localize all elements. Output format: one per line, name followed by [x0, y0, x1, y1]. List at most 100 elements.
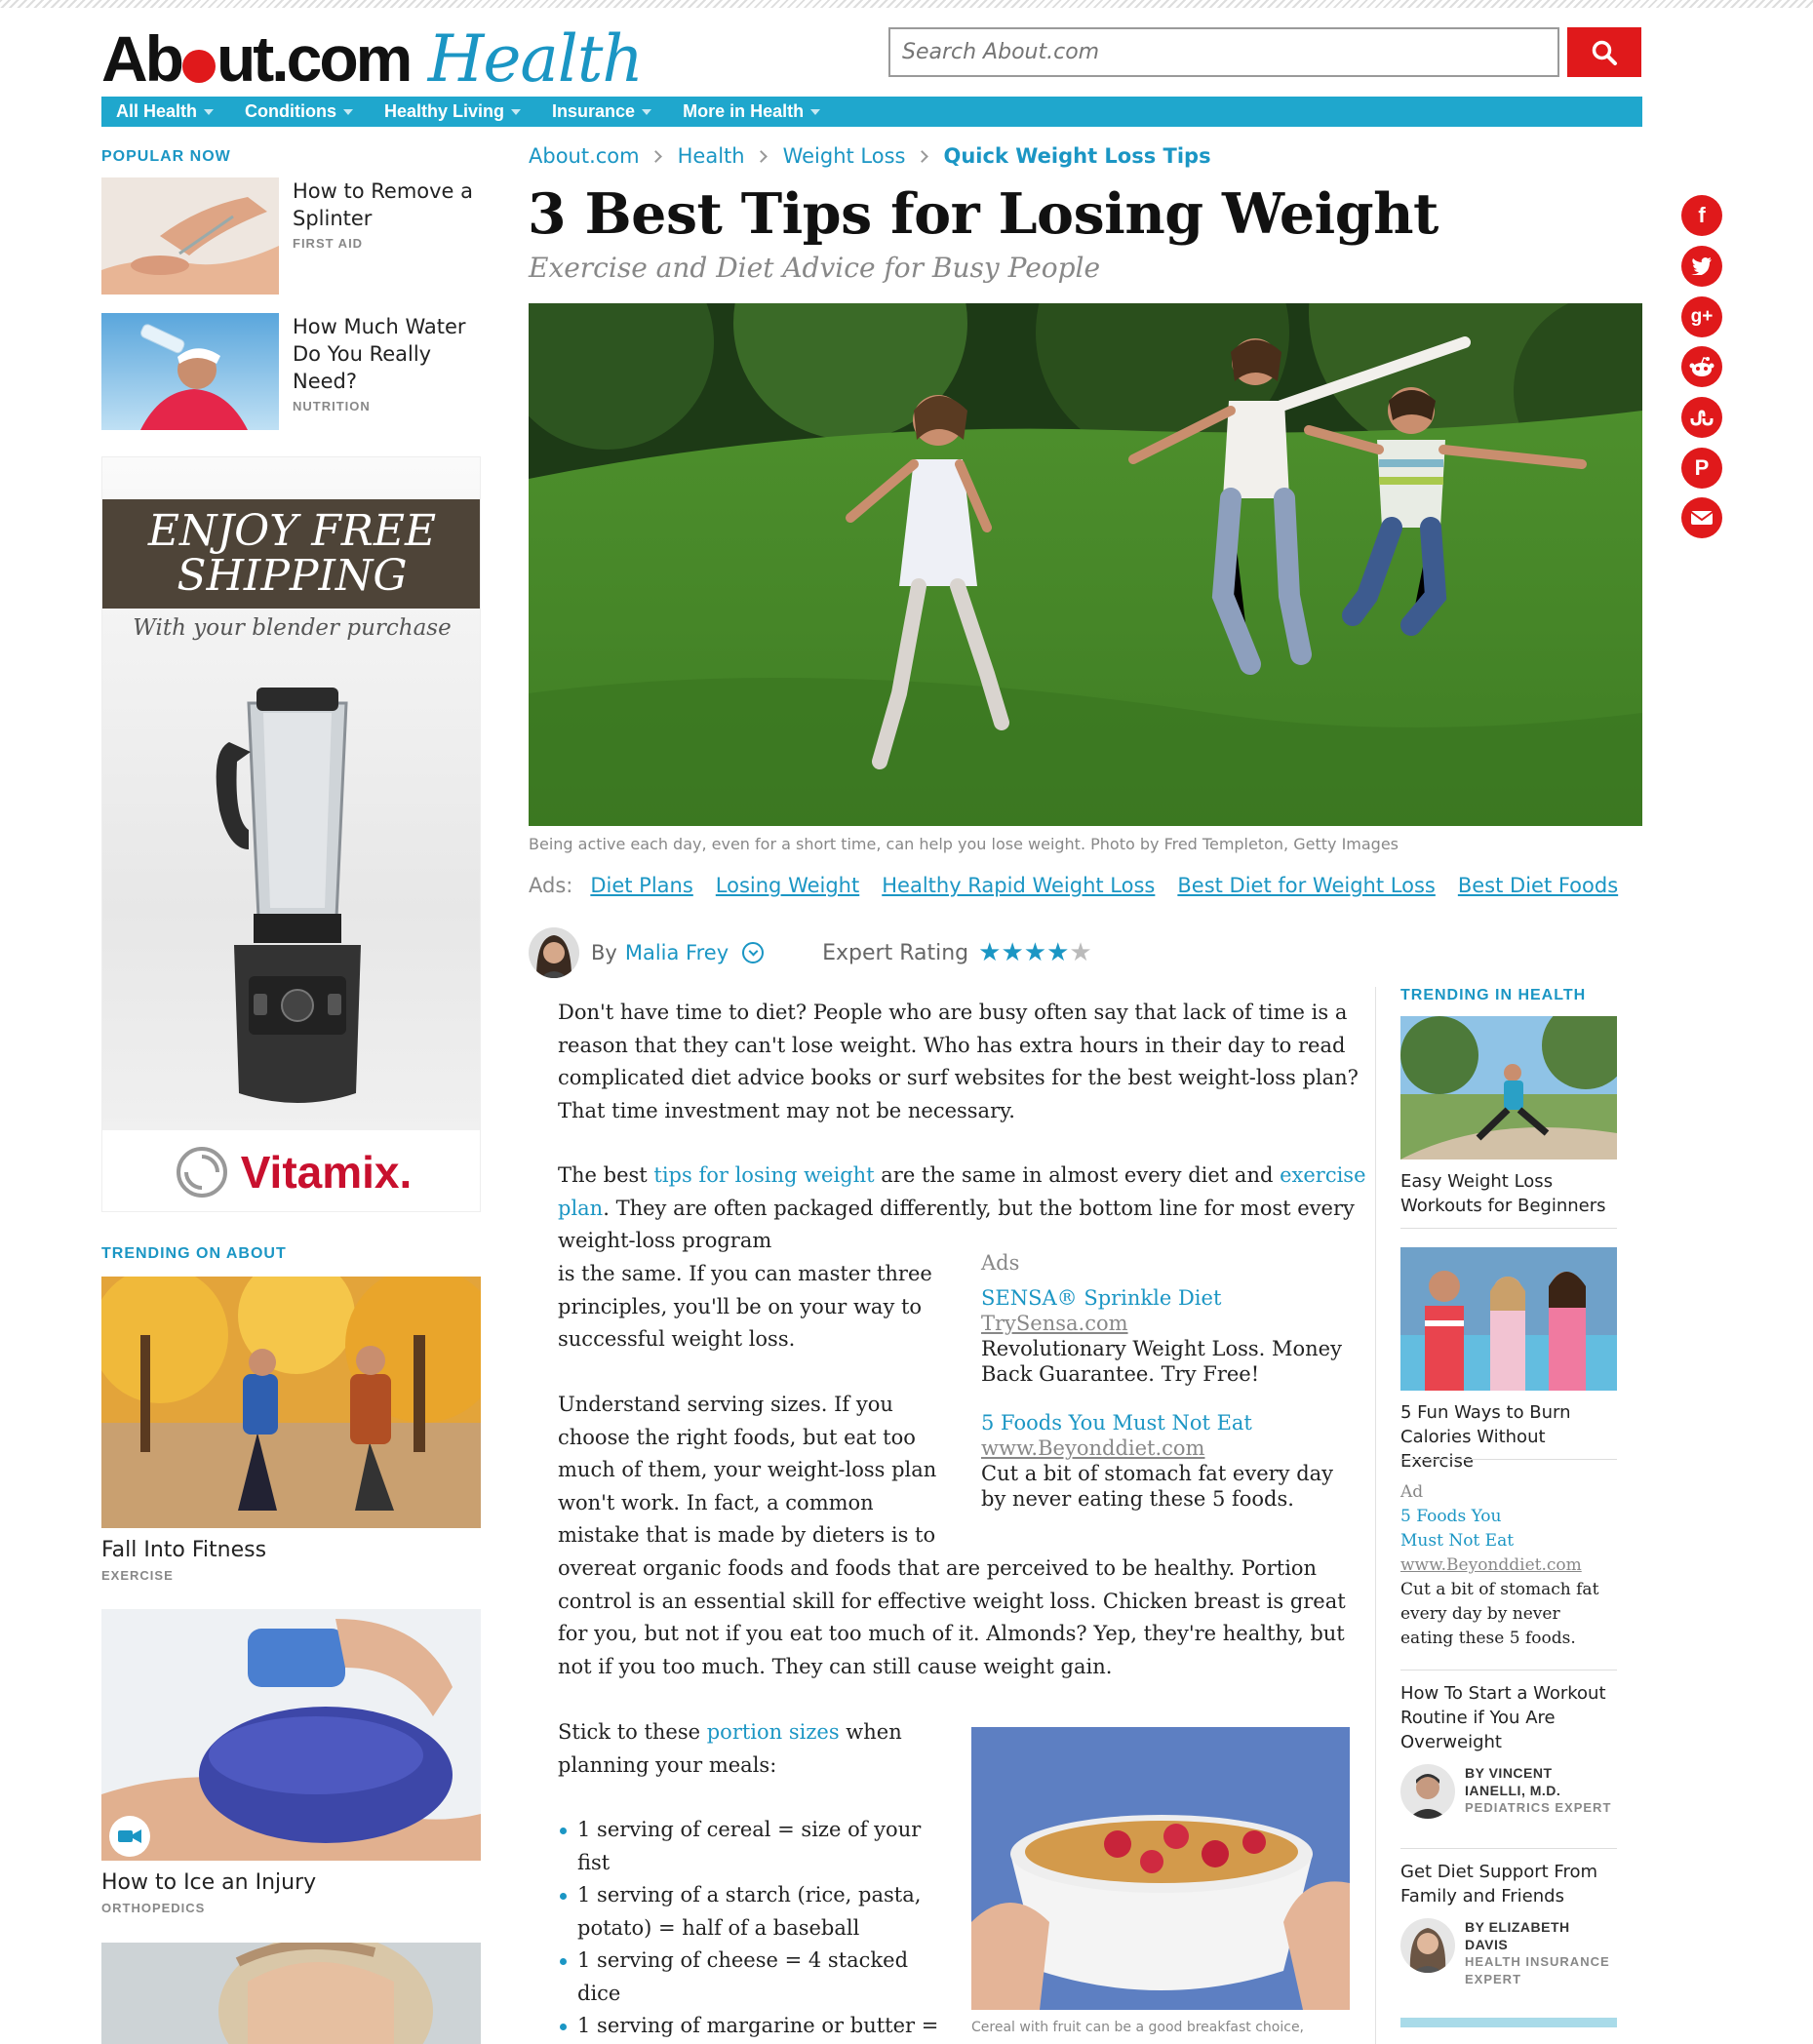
- water-thumbnail[interactable]: [101, 313, 279, 430]
- facebook-share-button[interactable]: f: [1681, 195, 1722, 236]
- author-avatar[interactable]: [529, 927, 579, 978]
- reddit-icon: [1689, 357, 1714, 376]
- popular-item-title[interactable]: How Much Water Do You Really Need?: [293, 313, 488, 395]
- inline-ad-url[interactable]: www.Beyonddiet.com: [981, 1435, 1361, 1461]
- sidebar-ad-headline[interactable]: 5 Foods You: [1400, 1505, 1617, 1529]
- googleplus-share-button[interactable]: g+: [1681, 296, 1722, 337]
- inline-ad-url[interactable]: TrySensa.com: [981, 1311, 1361, 1336]
- expert-avatar: [1400, 1918, 1455, 1973]
- page-title: 3 Best Tips for Losing Weight: [528, 181, 1439, 247]
- ad-link[interactable]: Losing Weight: [716, 874, 859, 897]
- trending-card-category: ORTHOPEDICS: [101, 1901, 206, 1915]
- search-field[interactable]: [888, 27, 1559, 77]
- sidebar-card-title[interactable]: 5 Fun Ways to Burn Calories Without Exer…: [1400, 1400, 1617, 1474]
- breadcrumb-about[interactable]: About.com: [529, 144, 640, 168]
- ad-link[interactable]: Best Diet for Weight Loss: [1177, 874, 1435, 897]
- trending-card-title[interactable]: How to Ice an Injury: [101, 1870, 481, 1895]
- expert-card-title[interactable]: How To Start a Workout Routine if You Ar…: [1400, 1681, 1617, 1754]
- article-paragraph: Understand serving sizes. If you choose …: [558, 1393, 937, 1547]
- nav-more-in-health[interactable]: More in Health: [683, 101, 821, 122]
- breadcrumb-weight-loss[interactable]: Weight Loss: [783, 144, 906, 168]
- author-bar: By Malia Frey Expert Rating ★★★★★: [529, 927, 1092, 978]
- email-share-button[interactable]: [1681, 497, 1722, 538]
- divider: [1400, 1670, 1617, 1671]
- article-paragraph: The best tips for losing weight are the …: [558, 1163, 1366, 1252]
- article-paragraph: Stick to these portion sizes when planni…: [558, 1720, 902, 1777]
- sidebar-ad-headline[interactable]: Must Not Eat: [1400, 1529, 1617, 1553]
- expert-card[interactable]: Get Diet Support From Family and Friends…: [1400, 1860, 1617, 1988]
- popular-item-title[interactable]: How to Remove a Splinter: [293, 177, 488, 232]
- popular-item[interactable]: How to Remove a Splinter FIRST AID: [101, 177, 482, 295]
- video-camera-icon: [118, 1829, 141, 1843]
- sidebar-card[interactable]: 5 Fun Ways to Burn Calories Without Exer…: [1400, 1247, 1617, 1474]
- headache-thumbnail[interactable]: [101, 1943, 481, 2044]
- nav-conditions[interactable]: Conditions: [245, 101, 353, 122]
- sidebar-ad: Ad 5 Foods You Must Not Eat www.Beyonddi…: [1400, 1480, 1617, 1651]
- pinterest-icon: P: [1694, 455, 1710, 480]
- pinterest-share-button[interactable]: P: [1681, 448, 1722, 489]
- vitamix-ad[interactable]: ENJOY FREE SHIPPING With your blender pu…: [101, 456, 481, 1212]
- breadcrumb-health[interactable]: Health: [678, 144, 745, 168]
- ad-link[interactable]: Healthy Rapid Weight Loss: [882, 874, 1155, 897]
- ads-label: Ads:: [529, 874, 573, 897]
- ice-injury-image[interactable]: [101, 1609, 481, 1861]
- expert-byline: BY VINCENT IANELLI, M.D.: [1465, 1765, 1561, 1798]
- nav-healthy-living[interactable]: Healthy Living: [384, 101, 522, 122]
- star-icon: ★: [1046, 938, 1070, 967]
- sidebar-card[interactable]: Easy Weight Loss Workouts for Beginners: [1400, 1016, 1617, 1218]
- list-item: 1 serving of cereal = size of your fist: [558, 1814, 948, 1879]
- search-input[interactable]: [890, 29, 1557, 75]
- reddit-share-button[interactable]: [1681, 346, 1722, 387]
- ad-headline-1: ENJOY FREE: [147, 506, 437, 556]
- caret-down-icon: [642, 108, 652, 115]
- nav-insurance[interactable]: Insurance: [552, 101, 652, 122]
- site-logo[interactable]: Ab ut.com Health: [101, 21, 644, 97]
- portion-sizes-link[interactable]: portion sizes: [707, 1720, 840, 1744]
- trending-card[interactable]: Fall Into Fitness EXERCISE: [101, 1277, 481, 1583]
- list-item: 1 serving of cheese = 4 stacked dice: [558, 1945, 948, 2010]
- caret-down-icon: [204, 108, 215, 115]
- ad-link[interactable]: Diet Plans: [590, 874, 692, 897]
- video-badge[interactable]: [109, 1816, 150, 1857]
- star-icon: ★: [1001, 938, 1024, 967]
- sidebar-scroll-bar: [1400, 2018, 1617, 2027]
- inline-ads: Ads SENSA® Sprinkle Diet TrySensa.com Re…: [981, 1250, 1361, 1512]
- star-icon: ★: [1023, 938, 1047, 967]
- author-expand-button[interactable]: [742, 942, 765, 963]
- popular-item[interactable]: How Much Water Do You Really Need? NUTRI…: [101, 313, 482, 430]
- search-icon: [1592, 40, 1617, 65]
- top-stripe: [0, 0, 1813, 8]
- stumbleupon-share-button[interactable]: [1681, 397, 1722, 438]
- trending-card[interactable]: How to Ice an Injury ORTHOPEDICS: [101, 1609, 481, 1915]
- expert-role: PEDIATRICS EXPERT: [1465, 1800, 1612, 1815]
- cereal-caption: Cereal with fruit can be a good breakfas…: [971, 2020, 1305, 2035]
- sidebar-ad-url[interactable]: www.Beyonddiet.com: [1400, 1553, 1617, 1578]
- page-subtitle: Exercise and Diet Advice for Busy People: [529, 252, 1101, 284]
- author-name-link[interactable]: Malia Frey: [625, 941, 729, 964]
- expert-card-title[interactable]: Get Diet Support From Family and Friends: [1400, 1860, 1617, 1908]
- search-button[interactable]: [1567, 27, 1641, 77]
- splinter-thumbnail[interactable]: [101, 177, 279, 295]
- sidebar-card-title[interactable]: Easy Weight Loss Workouts for Beginners: [1400, 1169, 1617, 1218]
- popular-item-category: NUTRITION: [293, 399, 371, 413]
- inline-ad-headline[interactable]: SENSA® Sprinkle Diet: [981, 1285, 1361, 1311]
- expert-card[interactable]: How To Start a Workout Routine if You Ar…: [1400, 1681, 1617, 1819]
- nav-all-health[interactable]: All Health: [116, 101, 215, 122]
- breadcrumb-current[interactable]: Quick Weight Loss Tips: [944, 144, 1211, 168]
- caret-down-icon: [511, 108, 522, 115]
- hero-image: [529, 303, 1642, 826]
- tips-link[interactable]: tips for losing weight: [653, 1163, 874, 1187]
- star-icon: ★: [1069, 938, 1092, 967]
- twitter-share-button[interactable]: [1681, 246, 1722, 287]
- ad-link[interactable]: Best Diet Foods: [1458, 874, 1618, 897]
- divider: [1400, 1459, 1617, 1460]
- inline-ad-headline[interactable]: 5 Foods You Must Not Eat: [981, 1410, 1361, 1435]
- chevron-right-icon: [649, 149, 662, 163]
- fall-fitness-image[interactable]: [101, 1277, 481, 1528]
- hero-caption: Being active each day, even for a short …: [529, 835, 1399, 853]
- trending-card-title[interactable]: Fall Into Fitness: [101, 1538, 481, 1562]
- ad-headline-2: SHIPPING: [177, 551, 408, 601]
- workout-image[interactable]: [1400, 1016, 1617, 1160]
- article-paragraph: overeat organic foods and foods that are…: [558, 1556, 1346, 1678]
- friends-image[interactable]: [1400, 1247, 1617, 1391]
